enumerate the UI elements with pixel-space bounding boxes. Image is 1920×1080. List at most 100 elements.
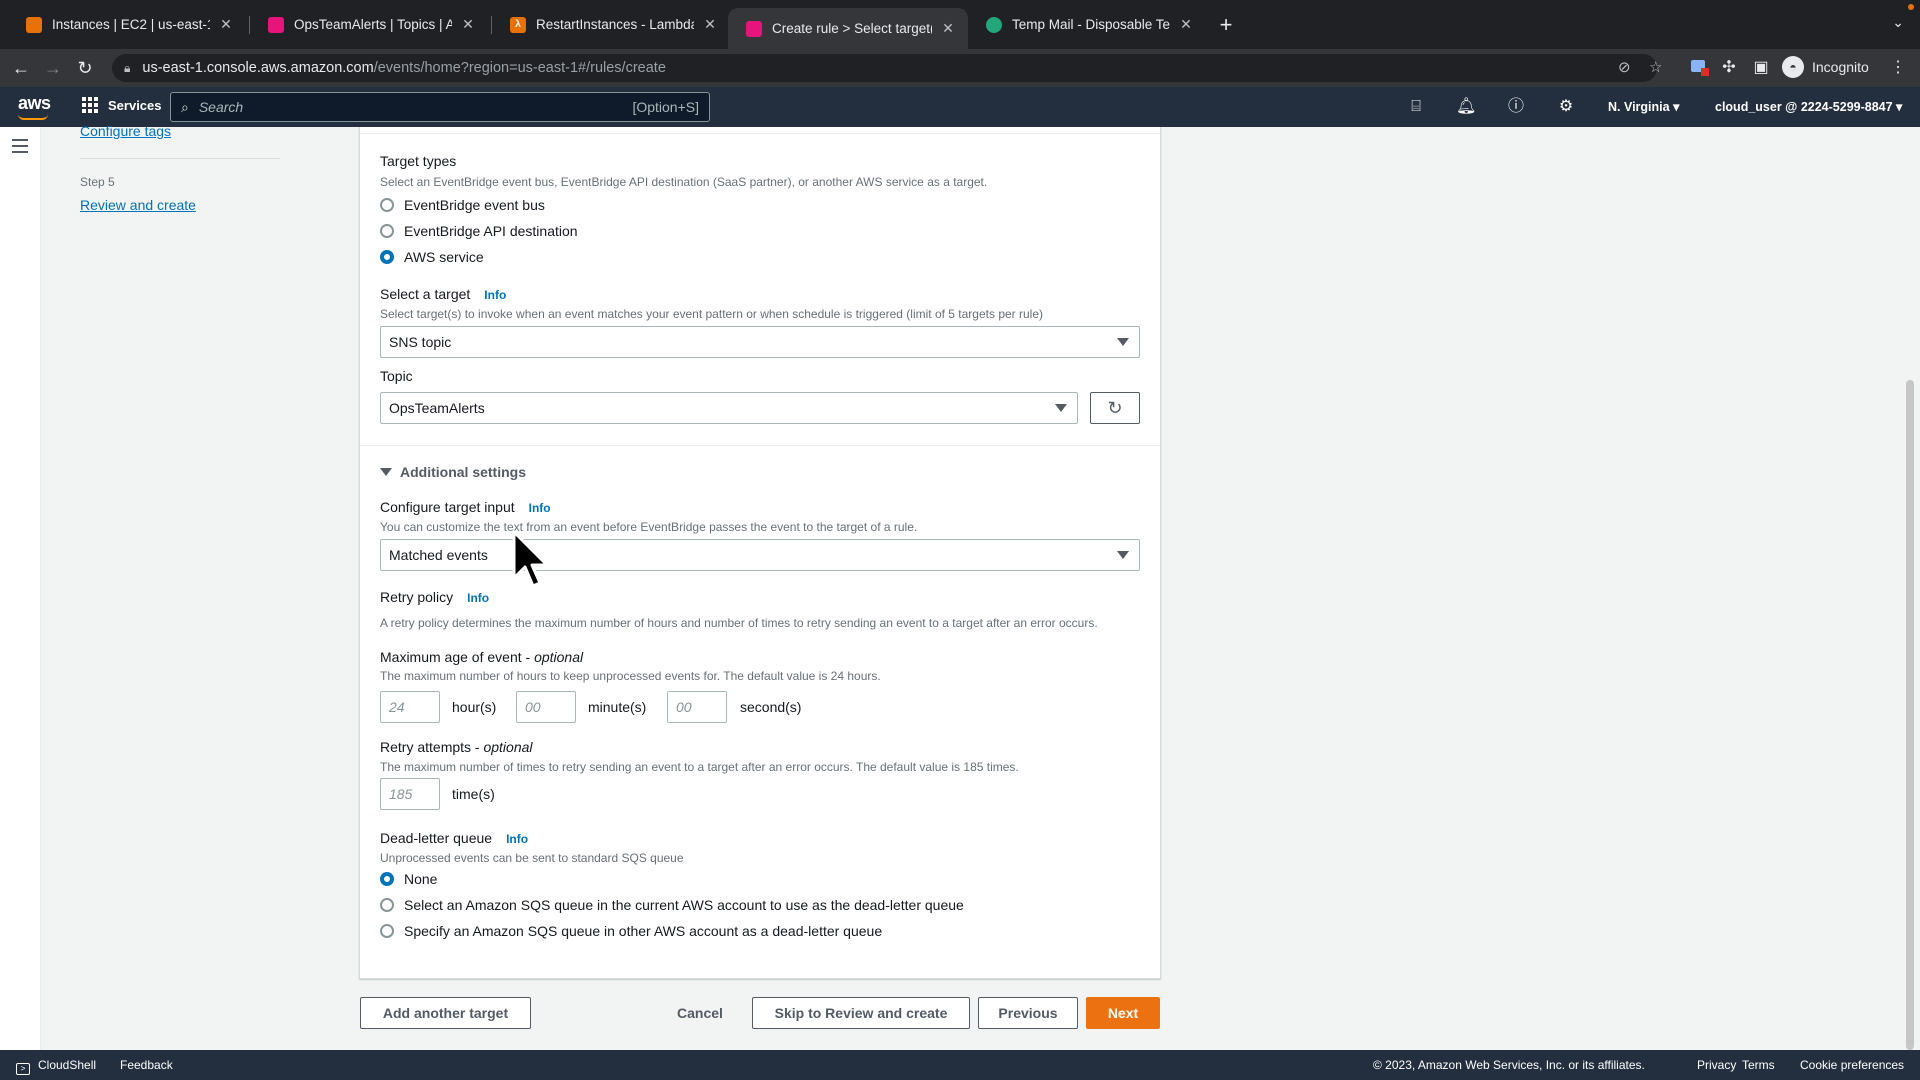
topic-label: Topic — [380, 368, 413, 384]
close-tab-icon[interactable]: ✕ — [702, 16, 718, 33]
radio-eventbridge-api-destination[interactable]: EventBridge API destination — [380, 223, 578, 239]
aws-search-input[interactable]: ⌕ Search [Option+S] — [170, 92, 710, 122]
browser-tab-eventbridge[interactable]: Create rule > Select target(s) | ✕ — [728, 8, 968, 49]
radio-button[interactable] — [380, 198, 394, 212]
forward-arrow-icon[interactable]: → — [42, 57, 64, 79]
target-configuration-panel: Target types Select an EventBridge event… — [359, 127, 1161, 979]
tab-search-chevron-icon[interactable]: ⌄ — [1892, 14, 1904, 31]
cookie-preferences-link[interactable]: Cookie preferences — [1800, 1058, 1904, 1072]
close-tab-icon[interactable]: ✕ — [460, 16, 476, 33]
radio-button[interactable] — [380, 898, 394, 912]
lambda-favicon-icon: λ — [510, 16, 526, 33]
incognito-profile[interactable]: ◓ Incognito — [1782, 56, 1869, 78]
privacy-link[interactable]: Privacy — [1697, 1058, 1736, 1072]
refresh-icon: ↻ — [1107, 398, 1123, 418]
aws-top-nav: aws Services ⌕ Search [Option+S] ⌸ 🔔︎ ⓘ … — [0, 87, 1920, 127]
aws-logo[interactable]: aws — [18, 93, 51, 120]
region-selector[interactable]: N. Virginia ▾ — [1608, 99, 1679, 114]
bookmark-star-icon[interactable]: ☆ — [1649, 54, 1662, 82]
caret-down-icon — [1117, 551, 1129, 559]
browser-tab-ec2[interactable]: Instances | EC2 | us-east-1 ✕ — [8, 8, 246, 41]
radio-eventbridge-event-bus[interactable]: EventBridge event bus — [380, 197, 545, 213]
configure-target-input-description: You can customize the text from an event… — [380, 520, 918, 534]
seconds-unit-label: second(s) — [740, 699, 802, 715]
cloudshell-icon[interactable]: ⌸ — [1406, 97, 1426, 117]
page-scrollbar[interactable] — [1906, 380, 1914, 1050]
select-target-description: Select target(s) to invoke when an event… — [380, 307, 1043, 321]
search-placeholder: Search — [198, 99, 244, 115]
info-link[interactable]: Info — [506, 832, 528, 846]
lock-icon[interactable]: 🔒︎ — [124, 61, 130, 76]
retry-attempts-label: Retry attempts - optional — [380, 739, 533, 755]
tab-title: RestartInstances - Lambda — [536, 17, 694, 32]
retry-attempts-input[interactable]: 185 — [380, 778, 440, 810]
address-bar[interactable]: 🔒︎ us-east-1.console.aws.amazon.com/even… — [112, 54, 1662, 82]
side-navigation-rail — [0, 127, 41, 1050]
settings-gear-icon[interactable]: ⚙ — [1556, 97, 1576, 117]
radio-button-selected[interactable] — [380, 250, 394, 264]
browser-tab-lambda[interactable]: λ RestartInstances - Lambda ✕ — [492, 8, 730, 41]
account-menu[interactable]: cloud_user @ 2224-5299-8847 ▾ — [1715, 99, 1902, 114]
back-arrow-icon[interactable]: ← — [10, 57, 32, 79]
aws-footer: > CloudShell Feedback © 2023, Amazon Web … — [0, 1050, 1920, 1080]
radio-dlq-current-account[interactable]: Select an Amazon SQS queue in the curren… — [380, 897, 964, 913]
browser-tab-sns[interactable]: OpsTeamAlerts | Topics | Ama ✕ — [250, 8, 488, 41]
retry-policy-description: A retry policy determines the maximum nu… — [380, 616, 1098, 630]
add-another-target-button[interactable]: Add another target — [360, 997, 531, 1029]
window-indicator-icon — [1908, 4, 1914, 10]
target-input-select[interactable]: Matched events — [380, 539, 1140, 571]
url-host: us-east-1.console.aws.amazon.com — [142, 60, 374, 76]
services-menu-button[interactable]: Services — [82, 97, 162, 113]
skip-to-review-button[interactable]: Skip to Review and create — [752, 997, 970, 1029]
dead-letter-queue-description: Unprocessed events can be sent to standa… — [380, 851, 684, 865]
cloudshell-link[interactable]: > CloudShell — [16, 1058, 96, 1075]
reload-icon[interactable]: ↻ — [74, 57, 96, 79]
previous-button[interactable]: Previous — [978, 997, 1078, 1029]
topic-select[interactable]: OpsTeamAlerts — [380, 392, 1078, 424]
radio-dlq-none[interactable]: None — [380, 871, 437, 887]
info-link[interactable]: Info — [529, 501, 551, 515]
extension-red-icon[interactable] — [1688, 58, 1709, 78]
notifications-bell-icon[interactable]: 🔔︎ — [1456, 97, 1476, 117]
times-unit-label: time(s) — [452, 786, 495, 802]
eye-off-icon[interactable]: ⊘ — [1618, 54, 1631, 82]
select-target-label: Select a target Info — [380, 286, 507, 302]
step-5-label: Step 5 — [80, 175, 115, 189]
step-configure-tags-link[interactable]: Configure tags — [80, 123, 171, 139]
target-input-value: Matched events — [389, 547, 488, 563]
caret-down-icon — [1055, 404, 1067, 412]
target-service-select[interactable]: SNS topic — [380, 326, 1140, 358]
radio-button[interactable] — [380, 224, 394, 238]
feedback-link[interactable]: Feedback — [120, 1058, 173, 1072]
search-shortcut-hint: [Option+S] — [632, 99, 699, 115]
close-tab-icon[interactable]: ✕ — [218, 16, 234, 33]
terms-link[interactable]: Terms — [1742, 1058, 1775, 1072]
info-link[interactable]: Info — [484, 288, 506, 302]
info-link[interactable]: Info — [467, 591, 489, 605]
radio-dlq-other-account[interactable]: Specify an Amazon SQS queue in other AWS… — [380, 923, 882, 939]
refresh-topics-button[interactable]: ↻ — [1090, 392, 1140, 424]
step-review-and-create-link[interactable]: Review and create — [80, 197, 196, 213]
radio-aws-service[interactable]: AWS service — [380, 249, 484, 265]
new-tab-icon[interactable]: + — [1214, 13, 1238, 37]
close-tab-icon[interactable]: ✕ — [1178, 16, 1194, 33]
max-age-hours-input[interactable]: 24 — [380, 691, 440, 723]
help-icon[interactable]: ⓘ — [1506, 97, 1526, 117]
radio-button-selected[interactable] — [380, 872, 394, 886]
side-panel-icon[interactable]: ▣ — [1751, 58, 1771, 78]
additional-settings-expander[interactable]: Additional settings — [380, 464, 526, 480]
cancel-button[interactable]: Cancel — [664, 997, 736, 1029]
step-divider — [80, 158, 280, 159]
hamburger-menu-icon[interactable] — [12, 139, 28, 157]
close-tab-icon[interactable]: ✕ — [940, 20, 956, 37]
browser-tab-bar: Instances | EC2 | us-east-1 ✕ OpsTeamAle… — [0, 0, 1920, 49]
topic-value: OpsTeamAlerts — [389, 400, 485, 416]
max-age-seconds-input[interactable]: 00 — [667, 691, 727, 723]
next-button[interactable]: Next — [1086, 997, 1160, 1029]
target-service-value: SNS topic — [389, 334, 452, 350]
browser-tab-tempmail[interactable]: Temp Mail - Disposable Temp ✕ — [968, 8, 1206, 41]
max-age-minutes-input[interactable]: 00 — [516, 691, 576, 723]
radio-button[interactable] — [380, 924, 394, 938]
extensions-puzzle-icon[interactable]: ✣ — [1719, 58, 1739, 78]
browser-menu-icon[interactable]: ⋮ — [1888, 58, 1908, 78]
